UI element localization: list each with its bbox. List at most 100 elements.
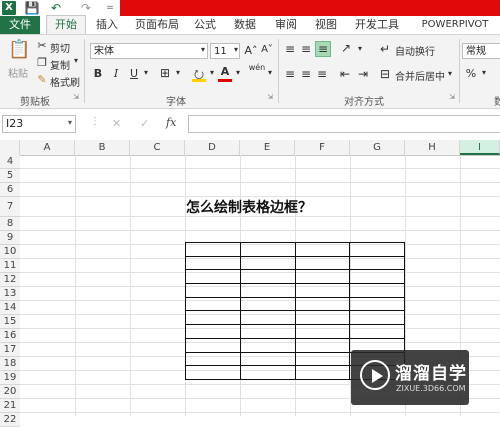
table-cell[interactable]	[294, 337, 351, 353]
table-cell[interactable]	[185, 365, 241, 380]
row-header-14[interactable]: 14	[0, 301, 20, 315]
align-center-icon[interactable]: ≡	[299, 67, 313, 81]
underline-button[interactable]: U	[128, 67, 140, 80]
borders-icon[interactable]: ⊞	[158, 66, 172, 80]
table-cell[interactable]	[185, 269, 241, 285]
table-cell[interactable]	[185, 324, 241, 339]
number-format-combo[interactable]: 常规	[462, 43, 500, 59]
column-header-a[interactable]: A	[20, 140, 75, 155]
table-cell[interactable]	[239, 310, 296, 326]
alignment-launcher-icon[interactable]: ⇲	[448, 93, 456, 101]
cut-icon[interactable]: ✂	[36, 39, 48, 52]
table-cell[interactable]	[239, 365, 296, 380]
tab-review[interactable]: 审阅	[270, 16, 302, 34]
cancel-icon[interactable]: ✕	[112, 117, 121, 130]
fill-color-icon[interactable]: ⭮	[192, 65, 206, 82]
table-cell[interactable]	[294, 365, 351, 380]
font-name-combo[interactable]: 宋体	[90, 43, 208, 59]
paste-button[interactable]: 粘贴	[8, 65, 28, 80]
table-cell[interactable]	[349, 283, 405, 298]
table-cell[interactable]	[294, 310, 351, 326]
table-cell[interactable]	[239, 296, 296, 312]
table-cell[interactable]	[349, 269, 405, 285]
redo-icon[interactable]: ↷	[78, 1, 94, 15]
column-header-f[interactable]: F	[295, 140, 350, 155]
row-header-20[interactable]: 20	[0, 385, 20, 399]
tab-home[interactable]: 开始	[46, 15, 86, 34]
row-header-21[interactable]: 21	[0, 399, 20, 413]
table-cell[interactable]	[239, 283, 296, 298]
table-cell[interactable]	[294, 283, 351, 298]
insert-function-icon[interactable]: fx	[166, 116, 176, 129]
increase-indent-icon[interactable]: ⇥	[356, 67, 370, 81]
middle-align-icon[interactable]: ≡	[299, 42, 313, 56]
wrap-text-button[interactable]: 自动换行	[395, 43, 435, 58]
column-header-c[interactable]: C	[130, 140, 185, 155]
name-box-dropdown-icon[interactable]: ▾	[68, 118, 72, 127]
copy-button[interactable]: 复制	[50, 57, 70, 72]
sheet-heading-cell[interactable]: 怎么绘制表格边框？	[186, 197, 346, 217]
paste-icon[interactable]: 📋	[8, 39, 30, 61]
customize-quick-access-icon[interactable]: =	[104, 1, 116, 15]
row-header-15[interactable]: 15	[0, 315, 20, 329]
table-cell[interactable]	[185, 255, 241, 271]
clipboard-launcher-icon[interactable]: ⇲	[72, 93, 80, 101]
enter-icon[interactable]: ✓	[140, 117, 149, 130]
row-header-11[interactable]: 11	[0, 259, 20, 273]
tab-data[interactable]: 数据	[228, 16, 262, 34]
table-cell[interactable]	[349, 310, 405, 326]
table-cell[interactable]	[239, 242, 296, 257]
phonetic-dropdown-icon[interactable]: ▾	[266, 68, 274, 77]
font-size-dropdown-icon[interactable]: ▾	[232, 45, 240, 54]
fill-color-dropdown-icon[interactable]: ▾	[208, 68, 216, 77]
table-cell[interactable]	[349, 255, 405, 271]
row-header-22[interactable]: 22	[0, 413, 20, 427]
table-cell[interactable]	[239, 255, 296, 271]
row-header-19[interactable]: 19	[0, 371, 20, 385]
percent-style-button[interactable]: %	[464, 67, 478, 80]
column-header-h[interactable]: H	[405, 140, 460, 155]
table-cell[interactable]	[185, 310, 241, 326]
table-cell[interactable]	[239, 337, 296, 353]
row-header-18[interactable]: 18	[0, 357, 20, 371]
table-cell[interactable]	[239, 269, 296, 285]
merge-center-dropdown-icon[interactable]: ▾	[446, 69, 454, 78]
column-header-g[interactable]: G	[350, 140, 405, 155]
copy-dropdown-icon[interactable]: ▾	[72, 56, 80, 65]
column-header-b[interactable]: B	[75, 140, 130, 155]
column-header-d[interactable]: D	[185, 140, 240, 155]
table-cell[interactable]	[185, 296, 241, 312]
phonetic-icon[interactable]: wén	[248, 63, 266, 72]
table-cell[interactable]	[185, 337, 241, 353]
table-cell[interactable]	[349, 242, 405, 257]
tab-formulas[interactable]: 公式	[190, 16, 220, 34]
row-header-13[interactable]: 13	[0, 287, 20, 301]
merge-center-button[interactable]: 合并后居中	[395, 68, 445, 83]
save-icon[interactable]: 💾	[24, 1, 40, 15]
wrap-text-icon[interactable]: ↵	[378, 42, 392, 56]
column-header-i[interactable]: I	[460, 140, 500, 155]
table-cell[interactable]	[185, 283, 241, 298]
tab-file[interactable]: 文件	[0, 16, 40, 34]
table-cell[interactable]	[294, 296, 351, 312]
table-cell[interactable]	[294, 324, 351, 339]
align-left-icon[interactable]: ≡	[283, 67, 297, 81]
table-cell[interactable]	[294, 242, 351, 257]
tab-page-layout[interactable]: 页面布局	[130, 16, 184, 34]
row-header-12[interactable]: 12	[0, 273, 20, 287]
font-color-dropdown-icon[interactable]: ▾	[234, 68, 242, 77]
row-header-17[interactable]: 17	[0, 343, 20, 357]
shrink-font-icon[interactable]: A˅	[260, 44, 274, 55]
tab-insert[interactable]: 插入	[90, 16, 124, 34]
table-cell[interactable]	[294, 269, 351, 285]
font-color-icon[interactable]: A	[218, 65, 232, 82]
name-box[interactable]: I23	[2, 115, 76, 133]
top-align-icon[interactable]: ≡	[283, 42, 297, 56]
formula-input[interactable]	[188, 115, 500, 133]
tab-powerpivot[interactable]: POWERPIVOT	[412, 16, 498, 34]
table-cell[interactable]	[294, 255, 351, 271]
grow-font-icon[interactable]: A˄	[244, 44, 258, 57]
align-right-icon[interactable]: ≡	[315, 67, 329, 81]
table-cell[interactable]	[349, 296, 405, 312]
table-cell[interactable]	[239, 351, 296, 367]
